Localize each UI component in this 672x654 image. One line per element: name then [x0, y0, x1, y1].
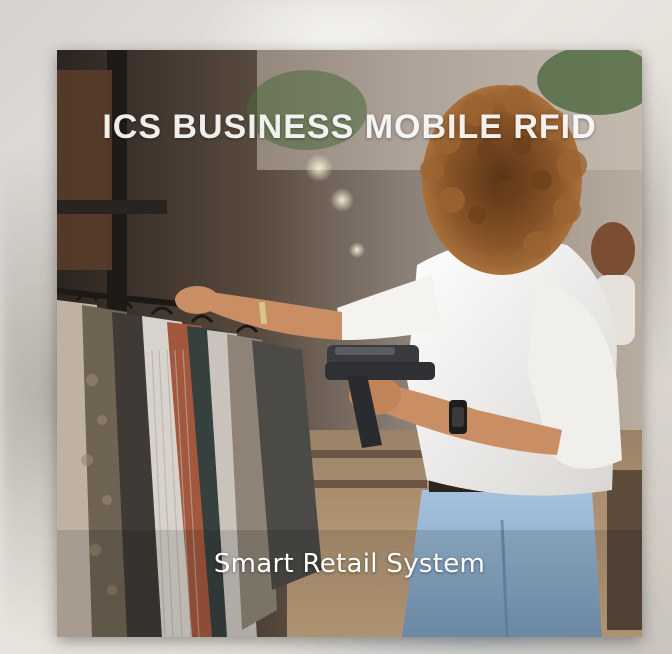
poster-subtitle: Smart Retail System: [213, 549, 486, 579]
poster-card: ICS BUSINESS MOBILE RFID Smart Retail Sy…: [57, 50, 642, 637]
poster-title: ICS BUSINESS MOBILE RFID: [102, 108, 597, 146]
poster-frame: ICS BUSINESS MOBILE RFID Smart Retail Sy…: [0, 0, 672, 654]
